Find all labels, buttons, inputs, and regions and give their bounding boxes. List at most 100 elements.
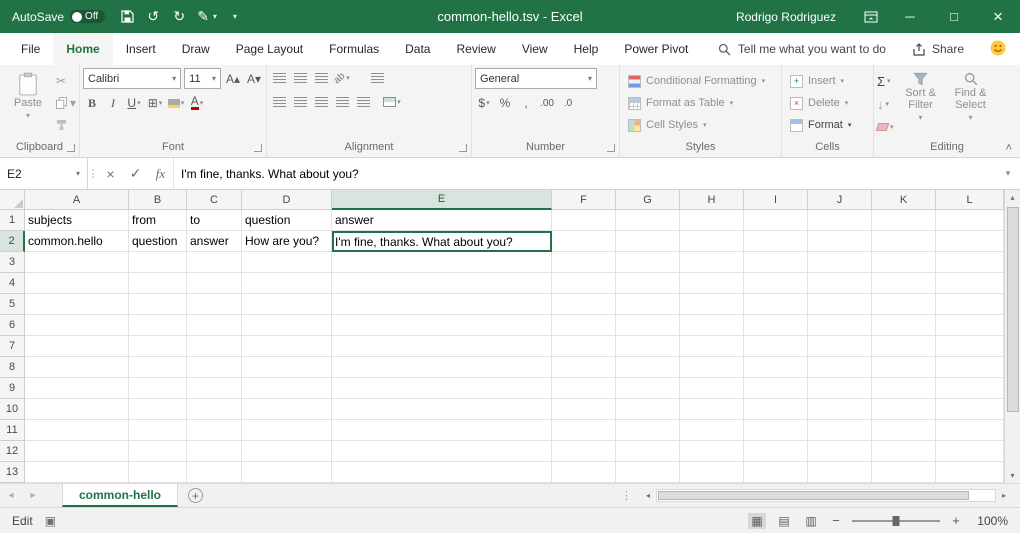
cell-D10[interactable]	[242, 399, 332, 420]
ribbon-display-options-button[interactable]	[854, 0, 888, 33]
cell-B6[interactable]	[129, 315, 187, 336]
cell-I4[interactable]	[744, 273, 808, 294]
cell-G2[interactable]	[616, 231, 680, 252]
share-button[interactable]: Share	[912, 42, 964, 56]
borders-button[interactable]: ⊞▾	[146, 93, 164, 113]
cell-L4[interactable]	[936, 273, 1004, 294]
autosave-toggle[interactable]: AutoSave Off	[12, 10, 105, 24]
column-header-F[interactable]: F	[552, 190, 616, 210]
percent-style-button[interactable]: %	[496, 93, 514, 113]
cell-L13[interactable]	[936, 462, 1004, 483]
cell-H2[interactable]	[680, 231, 744, 252]
cell-E10[interactable]	[332, 399, 552, 420]
delete-cells-button[interactable]: × Delete ▾	[785, 92, 870, 114]
underline-button[interactable]: U▾	[125, 93, 143, 113]
cell-L2[interactable]	[936, 231, 1004, 252]
cell-C1[interactable]: to	[187, 210, 242, 231]
menu-tab-power-pivot[interactable]: Power Pivot	[611, 33, 701, 65]
middle-align-button[interactable]	[291, 68, 309, 88]
cell-H4[interactable]	[680, 273, 744, 294]
cell-F6[interactable]	[552, 315, 616, 336]
cell-I8[interactable]	[744, 357, 808, 378]
cell-B9[interactable]	[129, 378, 187, 399]
close-button[interactable]: ×	[976, 0, 1020, 33]
cell-D8[interactable]	[242, 357, 332, 378]
column-header-B[interactable]: B	[129, 190, 187, 210]
cell-C6[interactable]	[187, 315, 242, 336]
qat-customize-button[interactable]: ▾	[227, 6, 243, 28]
cell-K11[interactable]	[872, 420, 936, 441]
cell-C13[interactable]	[187, 462, 242, 483]
cell-L10[interactable]	[936, 399, 1004, 420]
row-header-7[interactable]: 7	[0, 336, 25, 357]
cell-B2[interactable]: question	[129, 231, 187, 252]
cell-F12[interactable]	[552, 441, 616, 462]
scroll-up-icon[interactable]: ▴	[1005, 190, 1020, 205]
orientation-button[interactable]: ab▾	[333, 68, 351, 88]
autosum-button[interactable]: Σ▾	[877, 71, 894, 91]
bold-button[interactable]: B	[83, 93, 101, 113]
cell-I7[interactable]	[744, 336, 808, 357]
cell-A10[interactable]	[25, 399, 129, 420]
comma-style-button[interactable]: ,	[517, 93, 535, 113]
cell-G7[interactable]	[616, 336, 680, 357]
cell-K12[interactable]	[872, 441, 936, 462]
sheet-nav-right-icon[interactable]: ▸	[22, 490, 44, 501]
font-family-combo[interactable]: Calibri ▾	[83, 68, 181, 89]
cell-H1[interactable]	[680, 210, 744, 231]
cell-J10[interactable]	[808, 399, 872, 420]
paste-button[interactable]: Paste ▾	[3, 68, 53, 122]
clipboard-dialog-launcher-icon[interactable]	[67, 144, 75, 152]
cell-E2[interactable]: I'm fine, thanks. What about you?	[332, 231, 552, 252]
cell-I9[interactable]	[744, 378, 808, 399]
cell-I1[interactable]	[744, 210, 808, 231]
cell-F5[interactable]	[552, 294, 616, 315]
menu-tab-view[interactable]: View	[509, 33, 561, 65]
column-header-D[interactable]: D	[242, 190, 332, 210]
cell-C8[interactable]	[187, 357, 242, 378]
cell-A1[interactable]: subjects	[25, 210, 129, 231]
cell-C10[interactable]	[187, 399, 242, 420]
cell-C9[interactable]	[187, 378, 242, 399]
cell-G5[interactable]	[616, 294, 680, 315]
cell-E12[interactable]	[332, 441, 552, 462]
cell-G9[interactable]	[616, 378, 680, 399]
conditional-formatting-button[interactable]: Conditional Formatting ▾	[623, 70, 778, 92]
menu-tab-file[interactable]: File	[8, 33, 53, 65]
zoom-in-button[interactable]: +	[949, 513, 963, 528]
cell-E3[interactable]	[332, 252, 552, 273]
sheet-tab-common-hello[interactable]: common-hello	[62, 484, 178, 507]
zoom-level[interactable]: 100%	[972, 514, 1008, 528]
cell-A8[interactable]	[25, 357, 129, 378]
cell-G4[interactable]	[616, 273, 680, 294]
insert-cells-button[interactable]: + Insert ▾	[785, 70, 870, 92]
cell-K13[interactable]	[872, 462, 936, 483]
cell-K1[interactable]	[872, 210, 936, 231]
column-header-C[interactable]: C	[187, 190, 242, 210]
save-button[interactable]	[119, 6, 135, 28]
cell-F13[interactable]	[552, 462, 616, 483]
cell-D3[interactable]	[242, 252, 332, 273]
grow-font-button[interactable]: A▴	[224, 69, 242, 89]
row-header-1[interactable]: 1	[0, 210, 25, 231]
number-dialog-launcher-icon[interactable]	[607, 144, 615, 152]
cell-G13[interactable]	[616, 462, 680, 483]
shrink-font-button[interactable]: A▾	[245, 69, 263, 89]
cell-L9[interactable]	[936, 378, 1004, 399]
horizontal-scrollbar-thumb[interactable]	[658, 491, 969, 500]
cell-B11[interactable]	[129, 420, 187, 441]
cell-F7[interactable]	[552, 336, 616, 357]
menu-tab-home[interactable]: Home	[53, 33, 112, 65]
cell-A2[interactable]: common.hello	[25, 231, 129, 252]
cell-K10[interactable]	[872, 399, 936, 420]
sort-filter-button[interactable]: Sort & Filter ▾	[896, 68, 946, 124]
cell-B13[interactable]	[129, 462, 187, 483]
column-header-I[interactable]: I	[744, 190, 808, 210]
cell-C12[interactable]	[187, 441, 242, 462]
format-painter-button[interactable]	[56, 116, 76, 134]
new-sheet-button[interactable]: +	[188, 488, 203, 503]
scroll-left-icon[interactable]: ◂	[640, 491, 656, 500]
cell-G3[interactable]	[616, 252, 680, 273]
cell-D12[interactable]	[242, 441, 332, 462]
cell-A6[interactable]	[25, 315, 129, 336]
